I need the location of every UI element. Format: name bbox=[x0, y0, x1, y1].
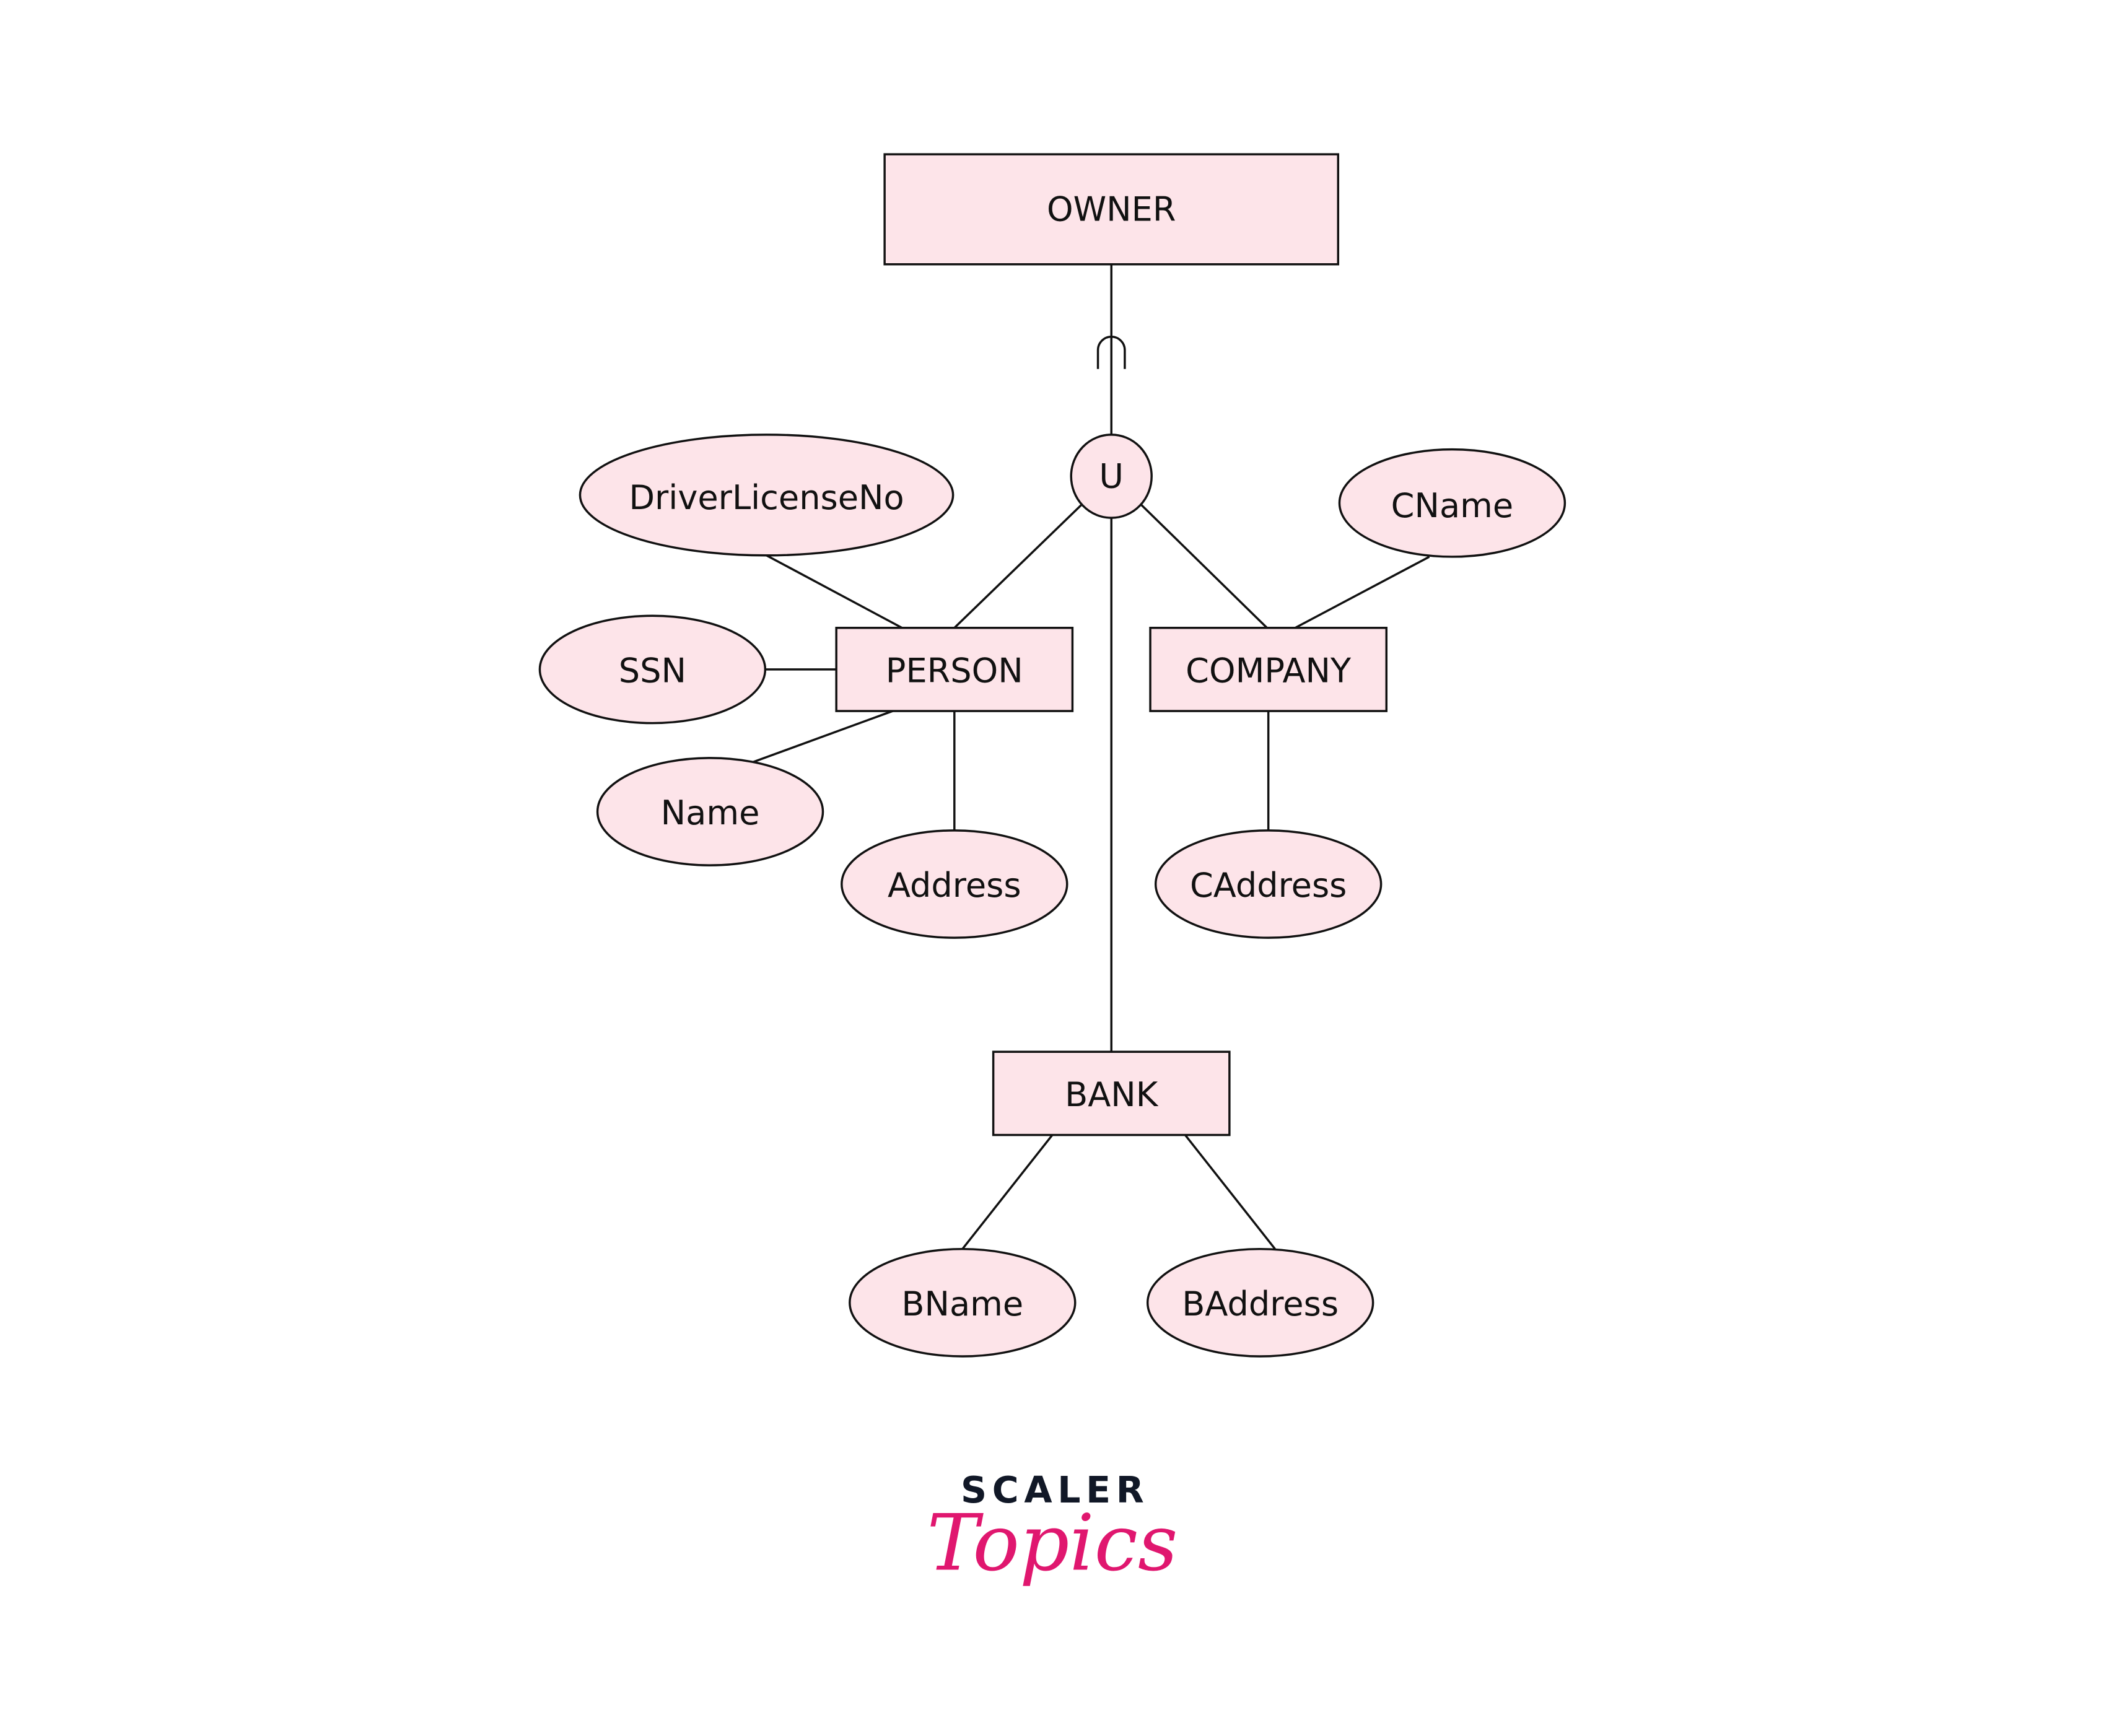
attribute-cname[interactable]: CName bbox=[1338, 448, 1566, 558]
entity-bank[interactable]: BANK bbox=[992, 1050, 1231, 1136]
union-to-person-line bbox=[953, 504, 1083, 629]
bank-bname-line bbox=[961, 1134, 1054, 1250]
entity-person-label: PERSON bbox=[886, 652, 1023, 691]
attribute-label: Address bbox=[888, 866, 1021, 905]
bank-baddress-line bbox=[1184, 1134, 1276, 1250]
attribute-label: BName bbox=[901, 1285, 1023, 1324]
attribute-label: CAddress bbox=[1190, 866, 1347, 905]
attribute-label: DriverLicenseNo bbox=[629, 478, 904, 517]
attribute-caddress[interactable]: CAddress bbox=[1154, 829, 1383, 939]
attribute-label: BAddress bbox=[1182, 1285, 1339, 1324]
attribute-address[interactable]: Address bbox=[841, 829, 1068, 939]
er-diagram: OWNER U DriverLicenseNo SSN Name Address… bbox=[538, 153, 1566, 1588]
attribute-label: SSN bbox=[619, 652, 686, 691]
attribute-name[interactable]: Name bbox=[596, 757, 824, 866]
logo-topics-text: Topics bbox=[927, 1497, 1178, 1588]
entity-company-label: COMPANY bbox=[1186, 652, 1352, 691]
person-name-line bbox=[753, 710, 893, 764]
attribute-driverlicenseno[interactable]: DriverLicenseNo bbox=[579, 434, 955, 557]
scaler-topics-logo: SCALER Topics bbox=[927, 1469, 1178, 1588]
union-node[interactable]: U bbox=[1070, 434, 1153, 519]
attribute-label: Name bbox=[661, 793, 760, 832]
attribute-bname[interactable]: BName bbox=[849, 1247, 1077, 1358]
entity-owner[interactable]: OWNER bbox=[883, 153, 1340, 266]
entity-owner-label: OWNER bbox=[1047, 190, 1176, 229]
person-driverlicenseno-line bbox=[766, 554, 903, 629]
union-symbol-label: U bbox=[1099, 456, 1124, 495]
entity-company[interactable]: COMPANY bbox=[1149, 627, 1388, 712]
attribute-baddress[interactable]: BAddress bbox=[1146, 1247, 1374, 1358]
company-cname-line bbox=[1295, 556, 1430, 629]
attribute-ssn[interactable]: SSN bbox=[538, 614, 767, 725]
entity-bank-label: BANK bbox=[1065, 1075, 1159, 1114]
entity-person[interactable]: PERSON bbox=[835, 627, 1074, 712]
attribute-label: CName bbox=[1391, 486, 1514, 525]
union-to-company-line bbox=[1140, 504, 1268, 629]
